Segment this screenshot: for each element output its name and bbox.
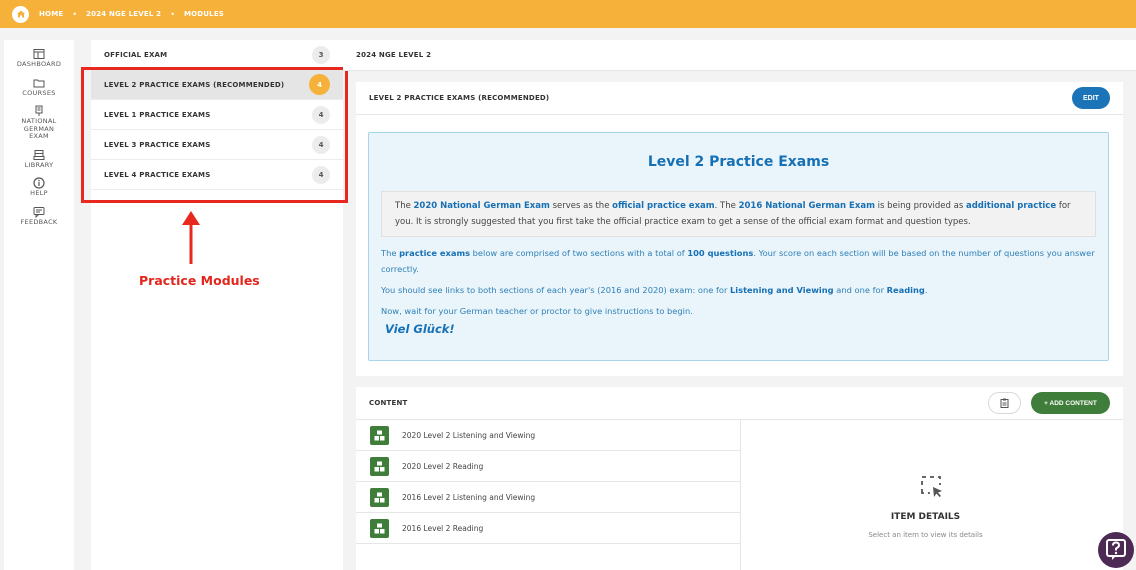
text: is being provided as <box>874 201 966 211</box>
select-cursor-icon <box>921 476 942 497</box>
text: Reading <box>886 285 925 295</box>
breadcrumb-separator: • <box>170 9 175 19</box>
text: . The <box>714 201 739 211</box>
content-card-header: CONTENT + ADD CONTENT <box>356 387 1123 420</box>
clipboard-button[interactable] <box>988 392 1021 414</box>
dashboard-icon <box>33 49 45 59</box>
folder-icon <box>33 79 45 87</box>
module-item-icon <box>370 487 389 507</box>
text: 100 questions <box>687 248 754 258</box>
sidebar-item-dashboard[interactable]: DASHBOARD <box>4 48 74 69</box>
info-paragraph: Now, wait for your German teacher or pro… <box>381 306 693 316</box>
info-paragraph: The practice exams below are comprised o… <box>381 245 1096 277</box>
library-icon <box>33 149 45 160</box>
module-label: OFFICIAL EXAM <box>104 50 168 59</box>
clipboard-icon <box>1000 398 1009 408</box>
module-info-box: Level 2 Practice Exams The 2020 National… <box>368 132 1109 361</box>
breadcrumb-bar: HOME • 2024 NGE LEVEL 2 • MODULES <box>0 0 1136 28</box>
info-paragraph: You should see links to both sections of… <box>381 282 1096 298</box>
sidebar-label: DASHBOARD <box>16 60 62 68</box>
content-list: 2020 Level 2 Listening and Viewing 2020 … <box>356 420 740 544</box>
add-content-button[interactable]: + ADD CONTENT <box>1031 392 1110 414</box>
sidebar-item-feedback[interactable]: FEEDBACK <box>4 206 74 227</box>
breadcrumb-separator: • <box>72 9 78 19</box>
text: The <box>381 248 400 258</box>
sidebar-item-courses[interactable]: COURSES <box>4 77 74 98</box>
text: practice exams <box>399 248 471 258</box>
sidebar-item-national-german-exam[interactable]: NATIONAL GERMAN EXAM <box>4 105 74 141</box>
annotation-highlight-box <box>81 67 348 203</box>
text: 2016 National German Exam <box>738 201 875 211</box>
closing-text: Viel Glück! <box>385 322 455 336</box>
left-sidebar: DASHBOARD COURSES NATIONAL GERMAN EXAM L… <box>4 40 74 570</box>
module-row-official-exam[interactable]: OFFICIAL EXAM 3 <box>91 40 343 70</box>
info-icon <box>33 177 45 189</box>
annotation-arrow-icon <box>182 211 200 264</box>
content-item-label: 2016 Level 2 Listening and Viewing <box>402 492 536 502</box>
text: . <box>924 285 928 295</box>
list-item[interactable]: 2016 Level 2 Listening and Viewing <box>356 482 740 513</box>
module-item-icon <box>370 425 389 445</box>
info-note: The 2020 National German Exam serves as … <box>381 191 1096 237</box>
page-header: 2024 NGE LEVEL 2 <box>343 40 1136 71</box>
info-title: Level 2 Practice Exams <box>647 154 830 170</box>
sidebar-item-library[interactable]: LIBRARY <box>4 149 74 170</box>
sidebar-label: LIBRARY <box>24 160 54 169</box>
sidebar-label: NATIONAL GERMAN EXAM <box>21 117 57 140</box>
text: additional practice <box>965 201 1057 211</box>
content-item-label: 2016 Level 2 Reading <box>402 523 484 533</box>
text: 2020 National German Exam <box>413 201 550 211</box>
content-item-label: 2020 Level 2 Reading <box>402 461 484 471</box>
breadcrumb-home[interactable]: HOME <box>39 10 63 18</box>
content-item-label: 2020 Level 2 Listening and Viewing <box>402 430 536 440</box>
list-item[interactable]: 2020 Level 2 Reading <box>356 451 740 482</box>
sidebar-label: HELP <box>30 189 48 197</box>
list-item[interactable]: 2016 Level 2 Reading <box>356 513 740 544</box>
exam-icon <box>35 105 43 116</box>
module-count-badge: 3 <box>312 45 330 64</box>
item-details-subtitle: Select an item to view its details <box>868 531 983 539</box>
content-actions: + ADD CONTENT <box>988 392 1110 414</box>
content-title: CONTENT <box>369 399 408 407</box>
text: You should see links to both sections of… <box>381 285 731 295</box>
text: serves as the <box>549 201 613 211</box>
module-card-header: LEVEL 2 PRACTICE EXAMS (RECOMMENDED) EDI… <box>356 82 1123 115</box>
edit-button[interactable]: EDIT <box>1072 87 1110 109</box>
item-details-panel: ITEM DETAILS Select an item to view its … <box>740 420 1109 570</box>
breadcrumb-modules[interactable]: MODULES <box>184 10 224 18</box>
module-item-icon <box>370 518 389 538</box>
help-chat-button[interactable] <box>1098 532 1134 568</box>
text: below are comprised of two sections with… <box>470 248 688 258</box>
module-item-icon <box>370 456 389 476</box>
item-details-title: ITEM DETAILS <box>890 512 961 522</box>
feedback-icon <box>33 206 45 218</box>
home-icon[interactable] <box>12 5 29 23</box>
sidebar-label: COURSES <box>22 88 56 97</box>
sidebar-item-help[interactable]: HELP <box>4 177 74 198</box>
breadcrumb-level[interactable]: 2024 NGE LEVEL 2 <box>86 10 161 18</box>
text: official practice exam <box>612 201 715 211</box>
list-item[interactable]: 2020 Level 2 Listening and Viewing <box>356 420 740 451</box>
text: and one for <box>833 285 887 295</box>
page-title: 2024 NGE LEVEL 2 <box>356 51 432 59</box>
question-icon <box>1106 539 1126 560</box>
text: The <box>395 201 414 211</box>
sidebar-label: FEEDBACK <box>20 217 58 226</box>
content-card: CONTENT + ADD CONTENT 2020 Level 2 Liste… <box>356 387 1123 570</box>
annotation-label: Practice Modules <box>139 273 260 288</box>
text: Listening and Viewing <box>730 285 834 295</box>
module-description-card: LEVEL 2 PRACTICE EXAMS (RECOMMENDED) EDI… <box>356 82 1123 376</box>
module-title: LEVEL 2 PRACTICE EXAMS (RECOMMENDED) <box>369 94 550 102</box>
